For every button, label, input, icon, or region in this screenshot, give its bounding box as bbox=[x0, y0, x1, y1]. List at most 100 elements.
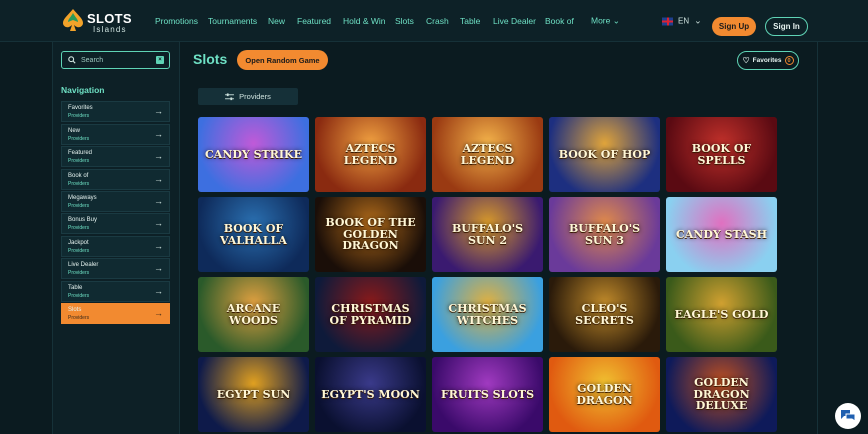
search-placeholder: Search bbox=[81, 56, 104, 64]
game-tile[interactable]: Arcane Woods bbox=[198, 277, 309, 352]
language-selector[interactable]: EN ⌄ bbox=[662, 16, 702, 27]
sidebar-item-new[interactable]: New Providers → bbox=[61, 124, 170, 145]
game-tile[interactable]: Christmas of Pyramid bbox=[315, 277, 426, 352]
brand-subtitle: Islands bbox=[93, 25, 127, 34]
nav-book-of[interactable]: Book of bbox=[545, 16, 574, 26]
sidebar-item-book-of[interactable]: Book of Providers → bbox=[61, 169, 170, 190]
game-tile[interactable]: Aztecs Legend bbox=[315, 117, 426, 192]
sidebar-item-sub: Providers bbox=[68, 136, 90, 142]
sidebar-item-megaways[interactable]: Megaways Providers → bbox=[61, 191, 170, 212]
arrow-right-icon: → bbox=[154, 286, 163, 296]
game-title: Egypt's Moon bbox=[321, 387, 420, 401]
signup-button[interactable]: Sign Up bbox=[712, 17, 756, 36]
search-icon bbox=[68, 56, 76, 64]
nav-hold-and-win[interactable]: Hold & Win bbox=[343, 16, 386, 26]
signin-button[interactable]: Sign In bbox=[765, 17, 808, 36]
game-tile[interactable]: Golden Dragon Deluxe bbox=[666, 357, 777, 432]
game-tile[interactable]: Candy Stash bbox=[666, 197, 777, 272]
game-tile[interactable]: Egypt's Moon bbox=[315, 357, 426, 432]
top-header: SLOTS Islands Promotions Tournaments New… bbox=[0, 0, 868, 42]
page-title: Slots bbox=[193, 51, 228, 67]
sidebar-item-featured[interactable]: Featured Providers → bbox=[61, 146, 170, 167]
sidebar-item-live-dealer[interactable]: Live Dealer Providers → bbox=[61, 258, 170, 279]
game-tile[interactable]: Egypt Sun bbox=[198, 357, 309, 432]
arrow-right-icon: → bbox=[154, 218, 163, 228]
game-title: Eagle's Gold bbox=[674, 307, 769, 321]
games-grid: Candy Strike Aztecs Legend Aztecs Legend… bbox=[198, 117, 780, 434]
sidebar-item-bonus-buy[interactable]: Bonus Buy Providers → bbox=[61, 213, 170, 234]
sidebar-item-sub: Providers bbox=[68, 248, 90, 254]
open-random-game-button[interactable]: Open Random Game bbox=[237, 50, 328, 70]
arrow-right-icon: → bbox=[154, 196, 163, 206]
search-shortcut-icon: × bbox=[156, 56, 164, 64]
game-title: Candy Strike bbox=[205, 147, 302, 161]
arrow-right-icon: → bbox=[154, 151, 163, 161]
nav-live-dealer[interactable]: Live Dealer bbox=[493, 16, 536, 26]
nav-tournaments[interactable]: Tournaments bbox=[208, 16, 257, 26]
favorites-button[interactable]: ♡ Favorites 0 bbox=[737, 51, 799, 70]
game-title: Candy Stash bbox=[676, 227, 767, 241]
arrow-right-icon: → bbox=[154, 263, 163, 273]
arrow-right-icon: → bbox=[154, 308, 163, 318]
game-tile[interactable]: Book of Spells bbox=[666, 117, 777, 192]
chevron-down-icon: ⌄ bbox=[612, 15, 620, 26]
game-title: Golden Dragon bbox=[576, 381, 633, 407]
sidebar-item-jackpot[interactable]: Jackpot Providers → bbox=[61, 236, 170, 257]
heart-icon: ♡ bbox=[742, 56, 750, 65]
game-title: Buffalo's Sun 2 bbox=[451, 221, 524, 247]
sidebar-item-label: Slots bbox=[68, 307, 82, 313]
sidebar-item-label: Jackpot bbox=[68, 240, 89, 246]
game-title: Fruits Slots bbox=[440, 387, 535, 401]
game-title: Book of the Golden Dragon bbox=[325, 216, 416, 253]
favorites-count-badge: 0 bbox=[784, 56, 794, 65]
game-tile[interactable]: Book of the Golden Dragon bbox=[315, 197, 426, 272]
providers-label: Providers bbox=[239, 92, 271, 101]
nav-slots[interactable]: Slots bbox=[395, 16, 414, 26]
sidebar-item-sub: Providers bbox=[68, 113, 90, 119]
game-tile[interactable]: Golden Dragon bbox=[549, 357, 660, 432]
game-title: Golden Dragon Deluxe bbox=[693, 376, 750, 413]
search-input[interactable]: Search × bbox=[61, 51, 170, 69]
sidebar-item-slots[interactable]: Slots Providers → bbox=[61, 303, 170, 324]
sidebar-item-label: Bonus Buy bbox=[68, 217, 98, 223]
arrow-right-icon: → bbox=[154, 106, 163, 116]
game-tile[interactable]: Fruits Slots bbox=[432, 357, 543, 432]
nav-featured[interactable]: Featured bbox=[297, 16, 331, 26]
game-tile[interactable]: Buffalo's Sun 3 bbox=[549, 197, 660, 272]
sidebar-item-sub: Providers bbox=[68, 181, 90, 187]
nav-more[interactable]: More ⌄ bbox=[591, 16, 620, 27]
sidebar-item-sub: Providers bbox=[68, 293, 90, 299]
game-title: Book of Hop bbox=[558, 147, 651, 161]
nav-promotions[interactable]: Promotions bbox=[155, 16, 198, 26]
game-tile[interactable]: Christmas Witches bbox=[432, 277, 543, 352]
providers-filter-button[interactable]: Providers bbox=[198, 88, 298, 105]
language-label: EN bbox=[678, 16, 690, 26]
nav-crash[interactable]: Crash bbox=[426, 16, 449, 26]
sidebar-item-table[interactable]: Table Providers → bbox=[61, 281, 170, 302]
game-tile[interactable]: Candy Strike bbox=[198, 117, 309, 192]
chat-support-button[interactable] bbox=[835, 403, 861, 429]
nav-table[interactable]: Table bbox=[460, 16, 480, 26]
game-title: Arcane Woods bbox=[226, 301, 281, 327]
sidebar-item-sub: Providers bbox=[68, 315, 90, 321]
sidebar-item-label: Book of bbox=[68, 173, 89, 179]
sidebar-item-sub: Providers bbox=[68, 225, 90, 231]
game-tile[interactable]: Aztecs Legend bbox=[432, 117, 543, 192]
game-tile[interactable]: Buffalo's Sun 2 bbox=[432, 197, 543, 272]
game-tile[interactable]: Book of Hop bbox=[549, 117, 660, 192]
game-tile[interactable]: Cleo's Secrets bbox=[549, 277, 660, 352]
game-title: Christmas of Pyramid bbox=[329, 301, 412, 327]
game-tile[interactable]: Eagle's Gold bbox=[666, 277, 777, 352]
arrow-right-icon: → bbox=[154, 174, 163, 184]
sidebar-item-favorites[interactable]: Favorites Providers → bbox=[61, 101, 170, 122]
frame-divider bbox=[817, 42, 818, 434]
nav-more-label: More bbox=[591, 15, 611, 26]
nav-new[interactable]: New bbox=[268, 16, 285, 26]
arrow-right-icon: → bbox=[154, 241, 163, 251]
game-title: Egypt Sun bbox=[216, 387, 291, 401]
game-tile[interactable]: Book of Valhalla bbox=[198, 197, 309, 272]
spade-palm-icon bbox=[63, 9, 83, 31]
uk-flag-icon bbox=[662, 17, 673, 25]
favorites-label: Favorites bbox=[752, 57, 782, 64]
site-logo[interactable]: SLOTS Islands bbox=[62, 8, 134, 36]
